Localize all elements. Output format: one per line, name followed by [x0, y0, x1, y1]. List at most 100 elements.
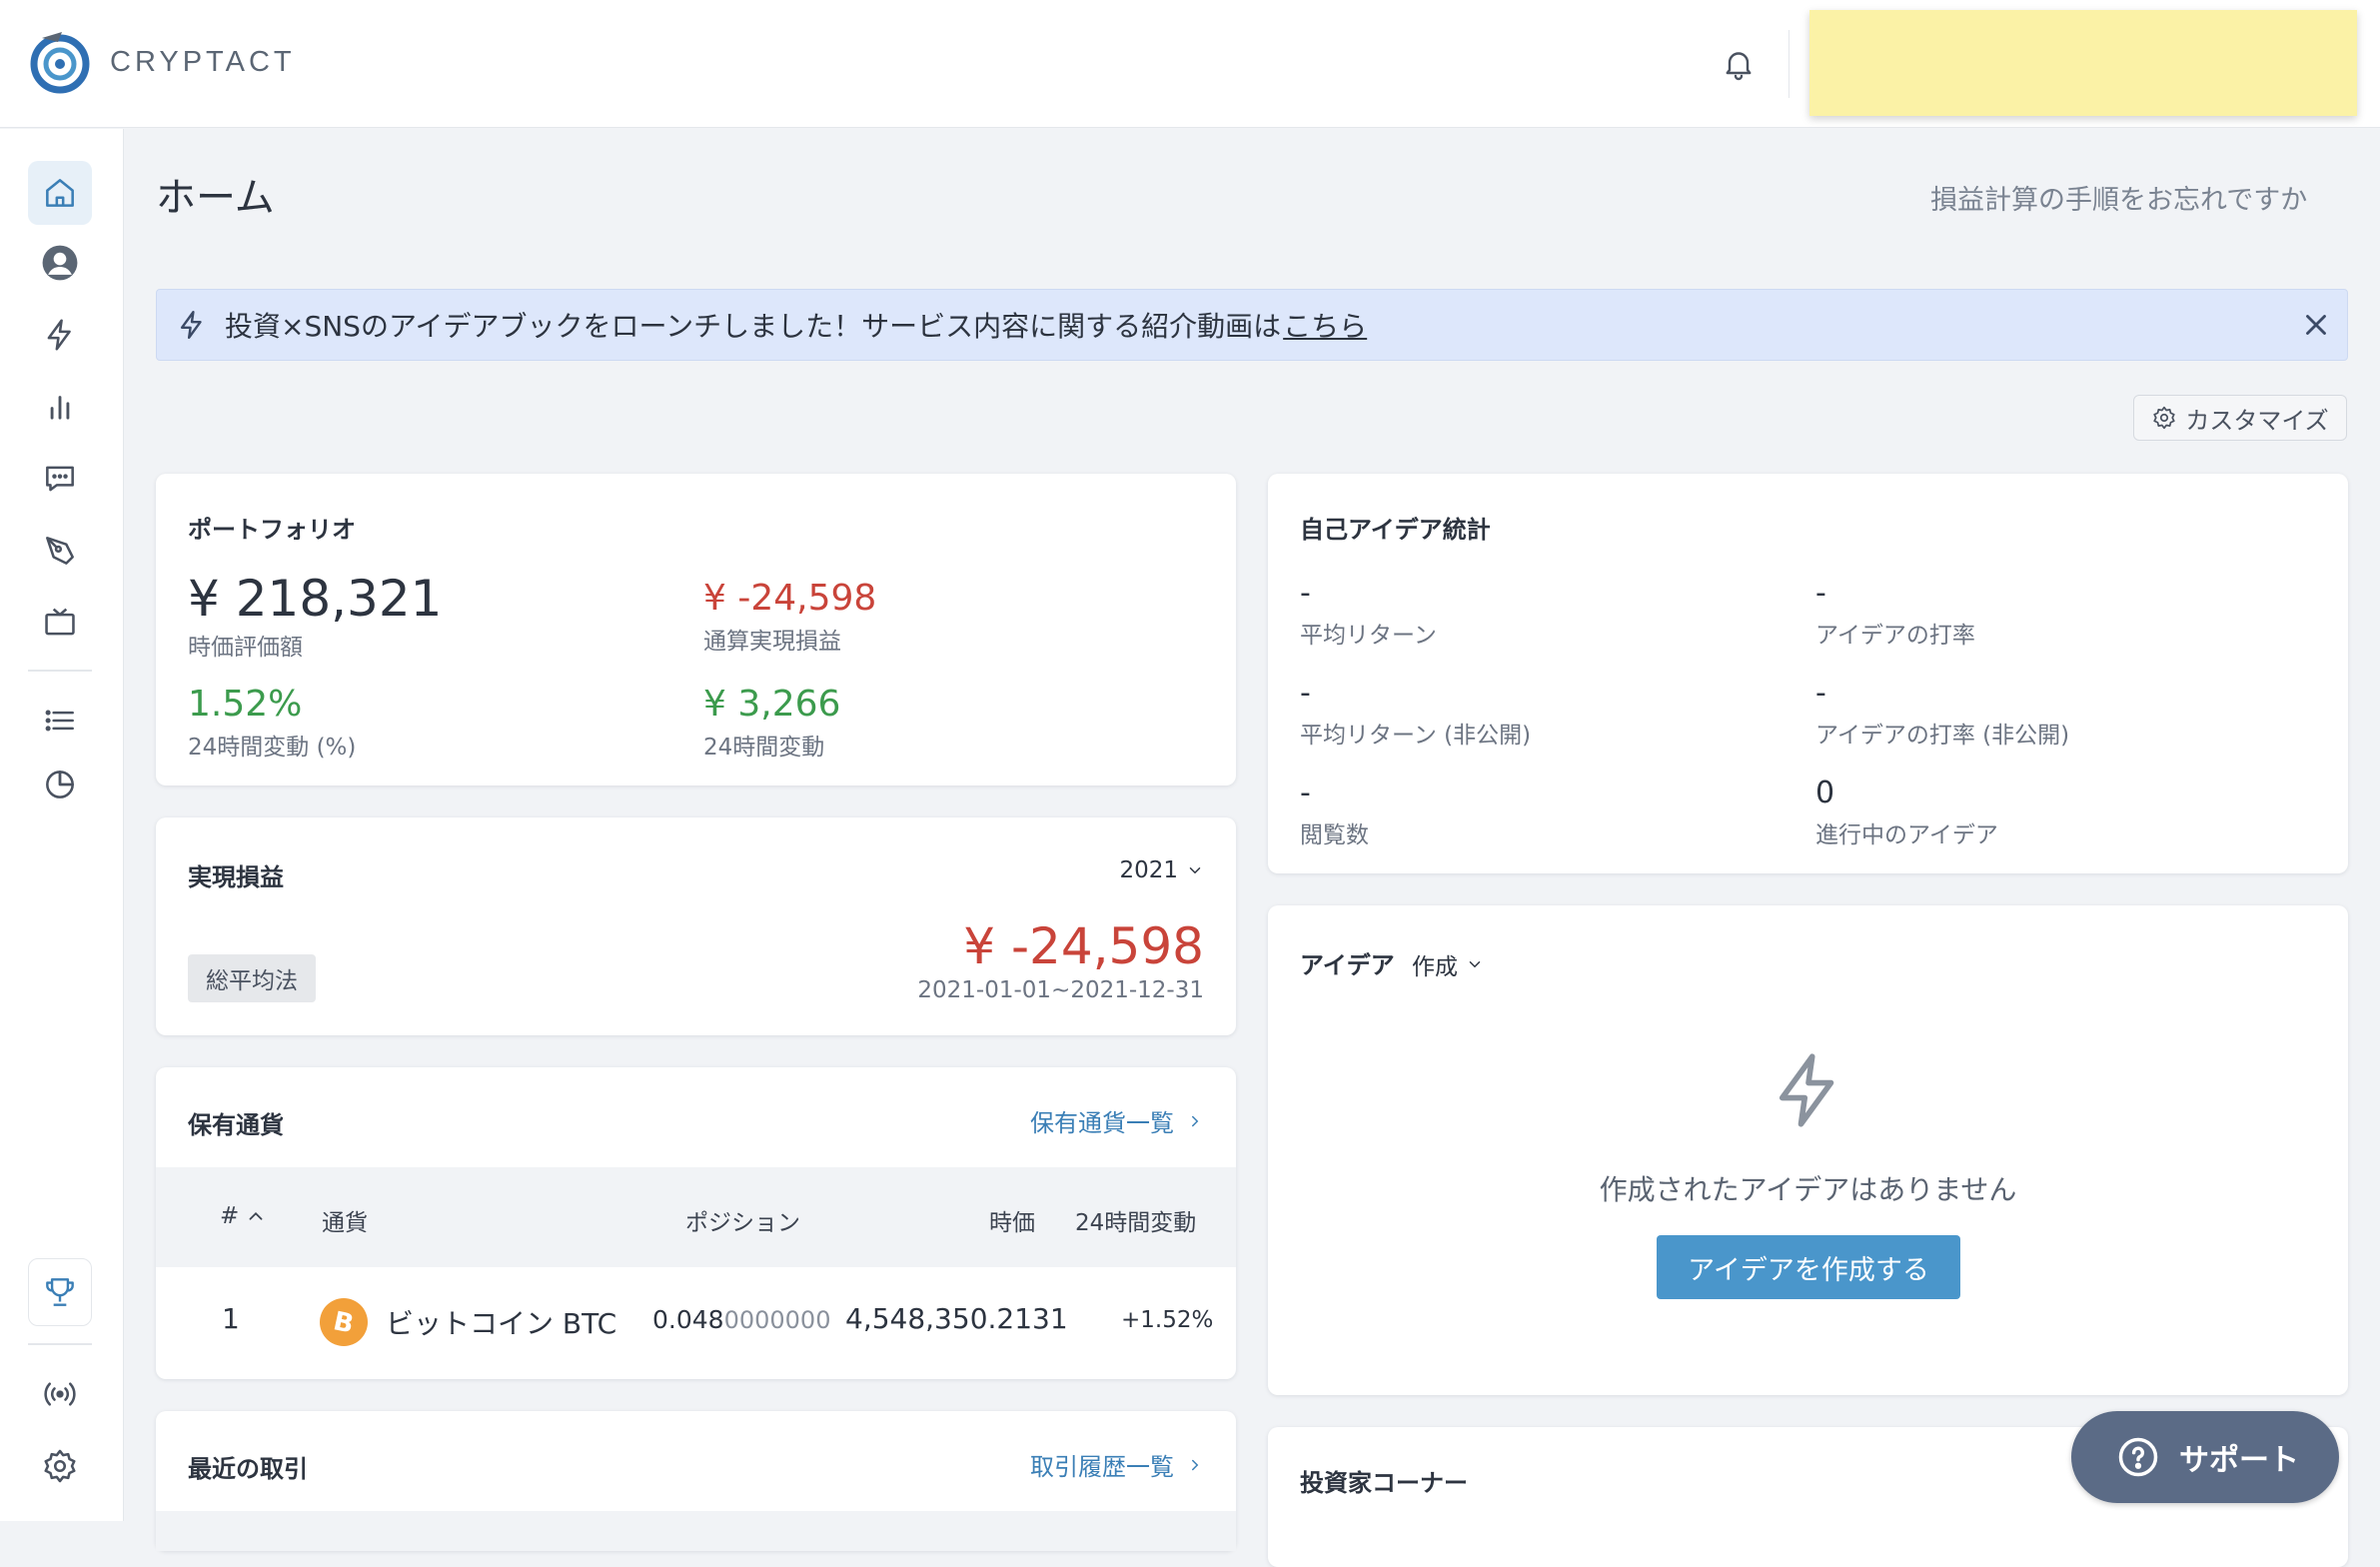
realized-title: 実現損益	[188, 863, 284, 891]
hit-rate-value: -	[1815, 576, 1826, 611]
sidebar-item-broadcast[interactable]	[28, 1362, 92, 1426]
sidebar-item-write[interactable]	[28, 519, 92, 583]
column-index[interactable]: #	[220, 1203, 267, 1229]
realized-total: ¥ -24,598	[703, 578, 877, 619]
chat-icon	[46, 466, 74, 492]
banner-text: 投資×SNSのアイデアブックをローンチしました！サービス内容に関する紹介動画は	[225, 310, 1282, 343]
hit-rate-label: アイデアの打率	[1815, 623, 1975, 649]
sidebar-divider-bottom	[28, 1343, 92, 1345]
ideas-filter-value: 作成	[1412, 954, 1458, 980]
column-price[interactable]: 時価	[989, 1203, 1035, 1237]
market-value: ¥ 218,321	[188, 570, 443, 628]
realized-period: 2021-01-01~2021-12-31	[917, 977, 1204, 1003]
home-icon	[46, 179, 74, 207]
year-selector[interactable]: 2021	[1119, 857, 1204, 883]
holdings-card: 保有通貨 保有通貨一覧 # 通貨 ポジション 時価 24時間変動 1 B ビット…	[156, 1067, 1236, 1379]
column-change[interactable]: 24時間変動	[1075, 1203, 1196, 1237]
question-circle-icon	[2118, 1437, 2158, 1477]
column-index-label: #	[220, 1203, 240, 1229]
hit-rate-private-value: -	[1815, 676, 1826, 711]
top-header: CRYPTACT	[0, 0, 2380, 128]
avg-return-value: -	[1300, 576, 1311, 611]
holdings-link-label: 保有通貨一覧	[1030, 1109, 1174, 1137]
lightning-icon	[180, 311, 202, 339]
active-ideas-value: 0	[1815, 776, 1835, 810]
row-index: 1	[222, 1302, 240, 1335]
change-percent: 1.52%	[188, 684, 303, 725]
column-position[interactable]: ポジション	[685, 1203, 800, 1237]
position-main: 0.048	[652, 1305, 724, 1334]
bitcoin-icon: B	[320, 1298, 368, 1346]
customize-label: カスタマイズ	[2185, 406, 2329, 435]
announcement-banner: 投資×SNSのアイデアブックをローンチしました！サービス内容に関する紹介動画はこ…	[156, 289, 2348, 361]
change-value: +1.52%	[1121, 1307, 1214, 1333]
trophy-icon	[46, 1278, 74, 1306]
ideas-filter-dropdown[interactable]: 作成	[1412, 947, 1484, 981]
user-avatar-icon	[42, 245, 78, 281]
logo[interactable]: CRYPTACT	[28, 28, 296, 96]
create-idea-button[interactable]: アイデアを作成する	[1657, 1235, 1960, 1299]
position-value: 0.0480000000	[652, 1305, 830, 1334]
trade-history-link-label: 取引履歴一覧	[1030, 1453, 1174, 1481]
sidebar-divider	[28, 670, 92, 672]
sidebar	[0, 129, 124, 1521]
method-tag: 総平均法	[188, 954, 316, 1002]
bar-chart-icon	[50, 396, 70, 420]
ideas-title: アイデア	[1300, 951, 1395, 979]
chevron-down-icon	[1189, 867, 1201, 874]
realized-total-label: 通算実現損益	[703, 629, 841, 655]
sidebar-item-videos[interactable]	[28, 591, 92, 655]
hit-rate-private-label: アイデアの打率 (非公開)	[1815, 723, 2070, 749]
sidebar-item-analytics[interactable]	[28, 375, 92, 439]
pie-chart-icon	[46, 771, 74, 798]
user-account-menu[interactable]	[1809, 10, 2357, 116]
brand-name: CRYPTACT	[110, 45, 296, 78]
sidebar-item-ideas[interactable]	[28, 303, 92, 367]
pen-nib-icon	[46, 537, 74, 565]
chevron-right-icon	[1192, 1115, 1199, 1126]
sidebar-item-settings[interactable]	[28, 1434, 92, 1498]
ideas-empty-message: 作成されたアイデアはありません	[1599, 1173, 2017, 1206]
recent-title: 最近の取引	[188, 1455, 308, 1483]
sidebar-item-ranking[interactable]	[28, 1258, 92, 1326]
change-amount: ¥ 3,266	[703, 684, 841, 725]
list-icon	[45, 710, 74, 732]
broadcast-icon	[44, 1382, 76, 1406]
sidebar-item-profile[interactable]	[28, 231, 92, 295]
column-currency[interactable]: 通貨	[322, 1203, 368, 1237]
holdings-table-header: # 通貨 ポジション 時価 24時間変動	[156, 1167, 1236, 1267]
sidebar-item-list[interactable]	[28, 689, 92, 753]
avg-return-private-label: 平均リターン (非公開)	[1300, 723, 1532, 749]
help-link[interactable]: 損益計算の手順をお忘れですか	[1930, 178, 2307, 217]
banner-video-link[interactable]: こちら	[1283, 305, 1367, 345]
customize-button[interactable]: カスタマイズ	[2133, 395, 2347, 441]
position-rest: 0000000	[723, 1306, 831, 1334]
sidebar-item-portfolio-chart[interactable]	[28, 753, 92, 816]
gear-icon	[2153, 406, 2175, 430]
active-ideas-label: 進行中のアイデア	[1815, 822, 1998, 848]
year-value: 2021	[1119, 857, 1178, 883]
price-value: 4,548,350.2131	[845, 1302, 1068, 1335]
tv-icon	[45, 608, 75, 636]
currency-name: ビットコイン BTC	[386, 1307, 617, 1340]
idea-stats-title: 自己アイデア統計	[1300, 516, 1491, 544]
views-label: 閲覧数	[1300, 822, 1369, 848]
page-title: ホーム	[156, 175, 275, 221]
cryptact-logo-icon	[30, 32, 90, 94]
chevron-down-icon	[1469, 961, 1481, 968]
recent-table-header	[156, 1511, 1236, 1551]
support-button[interactable]: サポート	[2071, 1411, 2339, 1503]
sidebar-item-home[interactable]	[28, 161, 92, 225]
header-divider	[1788, 30, 1789, 98]
support-label: サポート	[2179, 1443, 2299, 1478]
trade-history-link[interactable]: 取引履歴一覧	[1030, 1447, 1204, 1482]
sidebar-item-chat[interactable]	[28, 447, 92, 511]
holdings-list-link[interactable]: 保有通貨一覧	[1030, 1103, 1204, 1138]
lightning-icon	[1779, 1053, 1834, 1127]
notification-bell-icon[interactable]	[1721, 46, 1757, 82]
realized-amount: ¥ -24,598	[963, 917, 1204, 975]
realized-pl-card: 実現損益 2021 総平均法 ¥ -24,598 2021-01-01~2021…	[156, 817, 1236, 1035]
close-icon[interactable]	[2299, 308, 2333, 342]
settings-gear-icon	[44, 1449, 76, 1483]
avg-return-private-value: -	[1300, 676, 1311, 711]
